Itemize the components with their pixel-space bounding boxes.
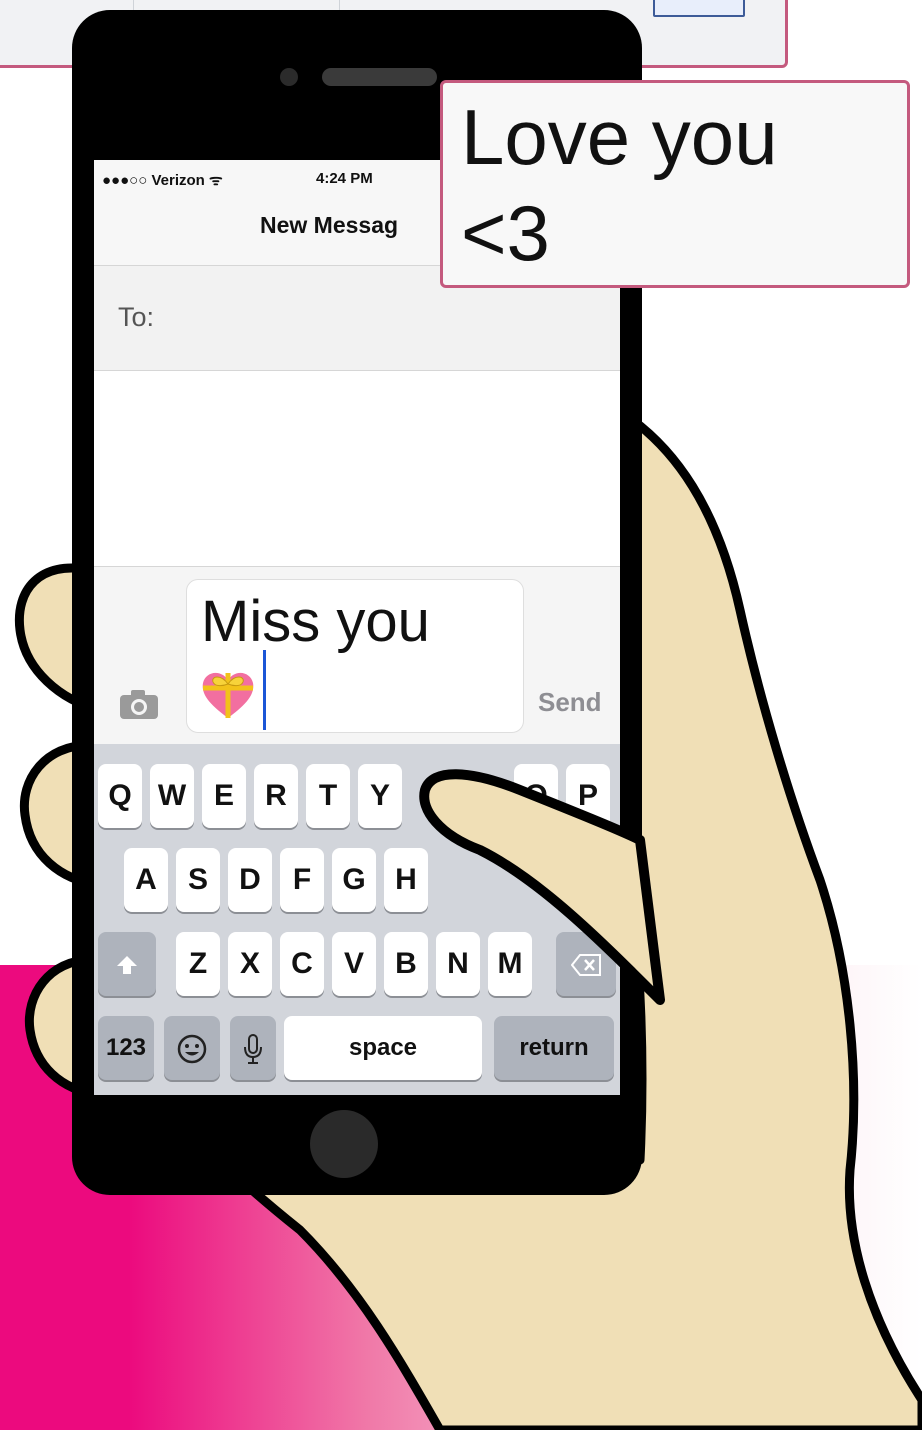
delete-icon — [570, 954, 601, 977]
key-n[interactable]: N — [436, 932, 480, 996]
key-x[interactable]: X — [228, 932, 272, 996]
key-z[interactable]: Z — [176, 932, 220, 996]
key-g[interactable]: G — [332, 848, 376, 912]
send-button[interactable]: Send — [538, 687, 602, 718]
status-time: 4:24 PM — [316, 170, 373, 187]
key-t[interactable]: T — [306, 764, 350, 828]
return-key[interactable]: return — [494, 1016, 614, 1080]
key-r[interactable]: R — [254, 764, 298, 828]
earpiece-speaker — [322, 68, 437, 86]
front-camera — [280, 68, 298, 86]
key-w[interactable]: W — [150, 764, 194, 828]
dictation-key[interactable] — [230, 1016, 276, 1080]
numbers-key[interactable]: 123 — [98, 1016, 154, 1080]
text-caret — [263, 650, 266, 730]
key-b[interactable]: B — [384, 932, 428, 996]
compose-bar: Miss you Send — [94, 566, 620, 745]
speech-bubble-text: Love you <3 — [461, 93, 778, 277]
phone-screen: ●●●○○ Verizon ᯤ 4:24 PM New Messag To: M… — [94, 160, 620, 1095]
shift-key[interactable] — [98, 932, 156, 996]
message-input[interactable]: Miss you — [186, 579, 524, 733]
key-p[interactable]: P — [566, 764, 610, 828]
message-text: Miss you — [201, 589, 430, 654]
speech-bubble: Love you <3 — [440, 80, 910, 288]
shift-icon — [117, 956, 137, 975]
microphone-icon — [244, 1034, 262, 1065]
key-o[interactable]: O — [514, 764, 558, 828]
key-m[interactable]: M — [488, 932, 532, 996]
message-thread — [94, 371, 620, 566]
camera-icon[interactable] — [118, 687, 160, 721]
space-key[interactable]: space — [284, 1016, 482, 1080]
emoji-icon — [177, 1034, 207, 1064]
keyboard: Q W E R T Y O P A S D F G H Z X C V B N … — [94, 744, 620, 1095]
key-v[interactable]: V — [332, 932, 376, 996]
home-button[interactable] — [310, 1110, 378, 1178]
heart-emoji-icon — [202, 672, 254, 718]
delete-key[interactable] — [556, 932, 616, 996]
emoji-key[interactable] — [164, 1016, 220, 1080]
key-s[interactable]: S — [176, 848, 220, 912]
key-e[interactable]: E — [202, 764, 246, 828]
key-d[interactable]: D — [228, 848, 272, 912]
carrier-signal: ●●●○○ Verizon ᯤ — [102, 172, 223, 189]
recipient-label: To: — [118, 302, 155, 332]
key-c[interactable]: C — [280, 932, 324, 996]
key-q[interactable]: Q — [98, 764, 142, 828]
key-h[interactable]: H — [384, 848, 428, 912]
key-a[interactable]: A — [124, 848, 168, 912]
key-y[interactable]: Y — [358, 764, 402, 828]
key-f[interactable]: F — [280, 848, 324, 912]
